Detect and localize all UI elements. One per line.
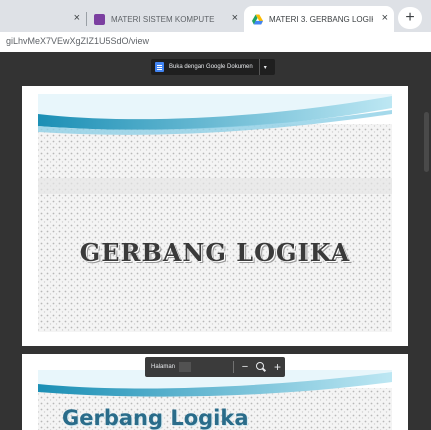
slide-title: Gerbang Logika xyxy=(62,406,249,430)
toolbar-divider xyxy=(233,361,235,373)
scrollbar[interactable] xyxy=(424,112,429,172)
zoom-out-button[interactable]: − xyxy=(240,361,250,373)
tab-materi-sistem-komputer[interactable]: MATERI SISTEM KOMPUTER × xyxy=(86,6,244,32)
close-tab-icon[interactable]: × xyxy=(74,12,80,24)
tab-materi-gerbang-logika[interactable]: MATERI 3. GERBANG LOGIKA.pdf × xyxy=(244,6,394,32)
close-tab-icon[interactable]: × xyxy=(382,12,388,24)
slide-background xyxy=(38,94,392,332)
tab-strip: × MATERI SISTEM KOMPUTER × MATERI 3. GER… xyxy=(0,0,431,32)
page-label: Halaman xyxy=(151,364,176,370)
tab-previous[interactable]: × xyxy=(0,6,86,32)
chevron-down-icon[interactable]: ▾ xyxy=(258,59,271,75)
open-with-label: Buka dengan Google Dokumen xyxy=(169,64,253,70)
address-bar[interactable]: giLhvMeX7VEwXgZIZ1U5SdO/view xyxy=(0,32,431,52)
open-with-google-docs-button[interactable]: Buka dengan Google Dokumen ▾ xyxy=(151,59,275,75)
tab-label: MATERI SISTEM KOMPUTER xyxy=(111,14,215,24)
zoom-in-button[interactable]: + xyxy=(274,360,281,374)
page-number-input[interactable] xyxy=(179,362,192,372)
slide-title: GERBANG LOGIKA xyxy=(79,238,351,267)
pdf-page-1: GERBANG LOGIKA xyxy=(22,86,408,346)
tab-label: MATERI 3. GERBANG LOGIKA.pdf xyxy=(269,14,373,24)
url-text: giLhvMeX7VEwXgZIZ1U5SdO/view xyxy=(6,36,150,46)
zoom-icon[interactable] xyxy=(256,362,266,372)
new-tab-button[interactable]: + xyxy=(398,7,422,29)
slides-icon xyxy=(94,13,105,25)
page-toolbar: Halaman − + xyxy=(145,357,285,377)
google-docs-icon xyxy=(155,62,164,72)
drive-icon xyxy=(252,13,263,25)
close-tab-icon[interactable]: × xyxy=(232,12,238,24)
